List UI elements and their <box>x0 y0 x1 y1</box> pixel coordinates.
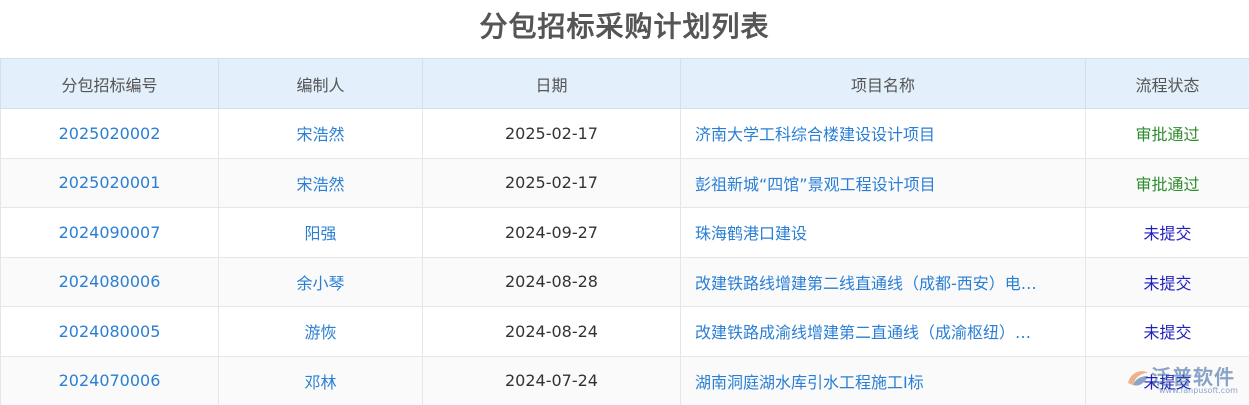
cell-author[interactable]: 宋浩然 <box>218 157 423 208</box>
cell-code[interactable]: 2024080006 <box>0 256 219 307</box>
column-header-project[interactable]: 项目名称 <box>680 58 1086 109</box>
cell-status: 未提交 <box>1085 355 1249 405</box>
cell-status: 未提交 <box>1085 306 1249 357</box>
cell-author[interactable]: 余小琴 <box>218 256 423 307</box>
cell-project[interactable]: 湖南洞庭湖水库引水工程施工I标 <box>680 355 1086 405</box>
table-row[interactable]: 2025020002 宋浩然 2025-02-17 济南大学工科综合楼建设设计项… <box>0 108 1249 159</box>
plan-table: 分包招标编号 编制人 日期 项目名称 流程状态 2025020002 宋浩然 2… <box>0 58 1249 405</box>
cell-author[interactable]: 宋浩然 <box>218 108 423 159</box>
column-header-author[interactable]: 编制人 <box>218 58 423 109</box>
cell-author[interactable]: 游恢 <box>218 306 423 357</box>
cell-date: 2025-02-17 <box>422 157 681 208</box>
cell-date: 2024-07-24 <box>422 355 681 405</box>
cell-author[interactable]: 阳强 <box>218 207 423 258</box>
table-row[interactable]: 2024070006 邓林 2024-07-24 湖南洞庭湖水库引水工程施工I标… <box>0 355 1249 405</box>
cell-status: 审批通过 <box>1085 108 1249 159</box>
cell-date: 2024-08-28 <box>422 256 681 307</box>
table-row[interactable]: 2024090007 阳强 2024-09-27 珠海鹤港口建设 未提交 <box>0 207 1249 258</box>
cell-project[interactable]: 改建铁路成渝线增建第二直通线（成渝枢纽）… <box>680 306 1086 357</box>
table-body: 2025020002 宋浩然 2025-02-17 济南大学工科综合楼建设设计项… <box>0 108 1249 405</box>
column-header-status[interactable]: 流程状态 <box>1085 58 1249 109</box>
table-row[interactable]: 2024080005 游恢 2024-08-24 改建铁路成渝线增建第二直通线（… <box>0 306 1249 357</box>
table-row[interactable]: 2024080006 余小琴 2024-08-28 改建铁路线增建第二线直通线（… <box>0 256 1249 307</box>
cell-code[interactable]: 2024080005 <box>0 306 219 357</box>
cell-author[interactable]: 邓林 <box>218 355 423 405</box>
cell-project[interactable]: 珠海鹤港口建设 <box>680 207 1086 258</box>
cell-date: 2024-08-24 <box>422 306 681 357</box>
cell-date: 2025-02-17 <box>422 108 681 159</box>
cell-project[interactable]: 济南大学工科综合楼建设设计项目 <box>680 108 1086 159</box>
cell-status: 未提交 <box>1085 256 1249 307</box>
cell-project[interactable]: 彭祖新城“四馆”景观工程设计项目 <box>680 157 1086 208</box>
cell-project[interactable]: 改建铁路线增建第二线直通线（成都-西安）电… <box>680 256 1086 307</box>
cell-date: 2024-09-27 <box>422 207 681 258</box>
cell-code[interactable]: 2024090007 <box>0 207 219 258</box>
cell-code[interactable]: 2024070006 <box>0 355 219 405</box>
cell-code[interactable]: 2025020002 <box>0 108 219 159</box>
cell-status: 未提交 <box>1085 207 1249 258</box>
table-row[interactable]: 2025020001 宋浩然 2025-02-17 彭祖新城“四馆”景观工程设计… <box>0 157 1249 208</box>
page-title: 分包招标采购计划列表 <box>479 10 770 43</box>
cell-status: 审批通过 <box>1085 157 1249 208</box>
cell-code[interactable]: 2025020001 <box>0 157 219 208</box>
column-header-date[interactable]: 日期 <box>422 58 681 109</box>
column-header-code[interactable]: 分包招标编号 <box>0 58 219 109</box>
table-header: 分包招标编号 编制人 日期 项目名称 流程状态 <box>0 58 1249 109</box>
